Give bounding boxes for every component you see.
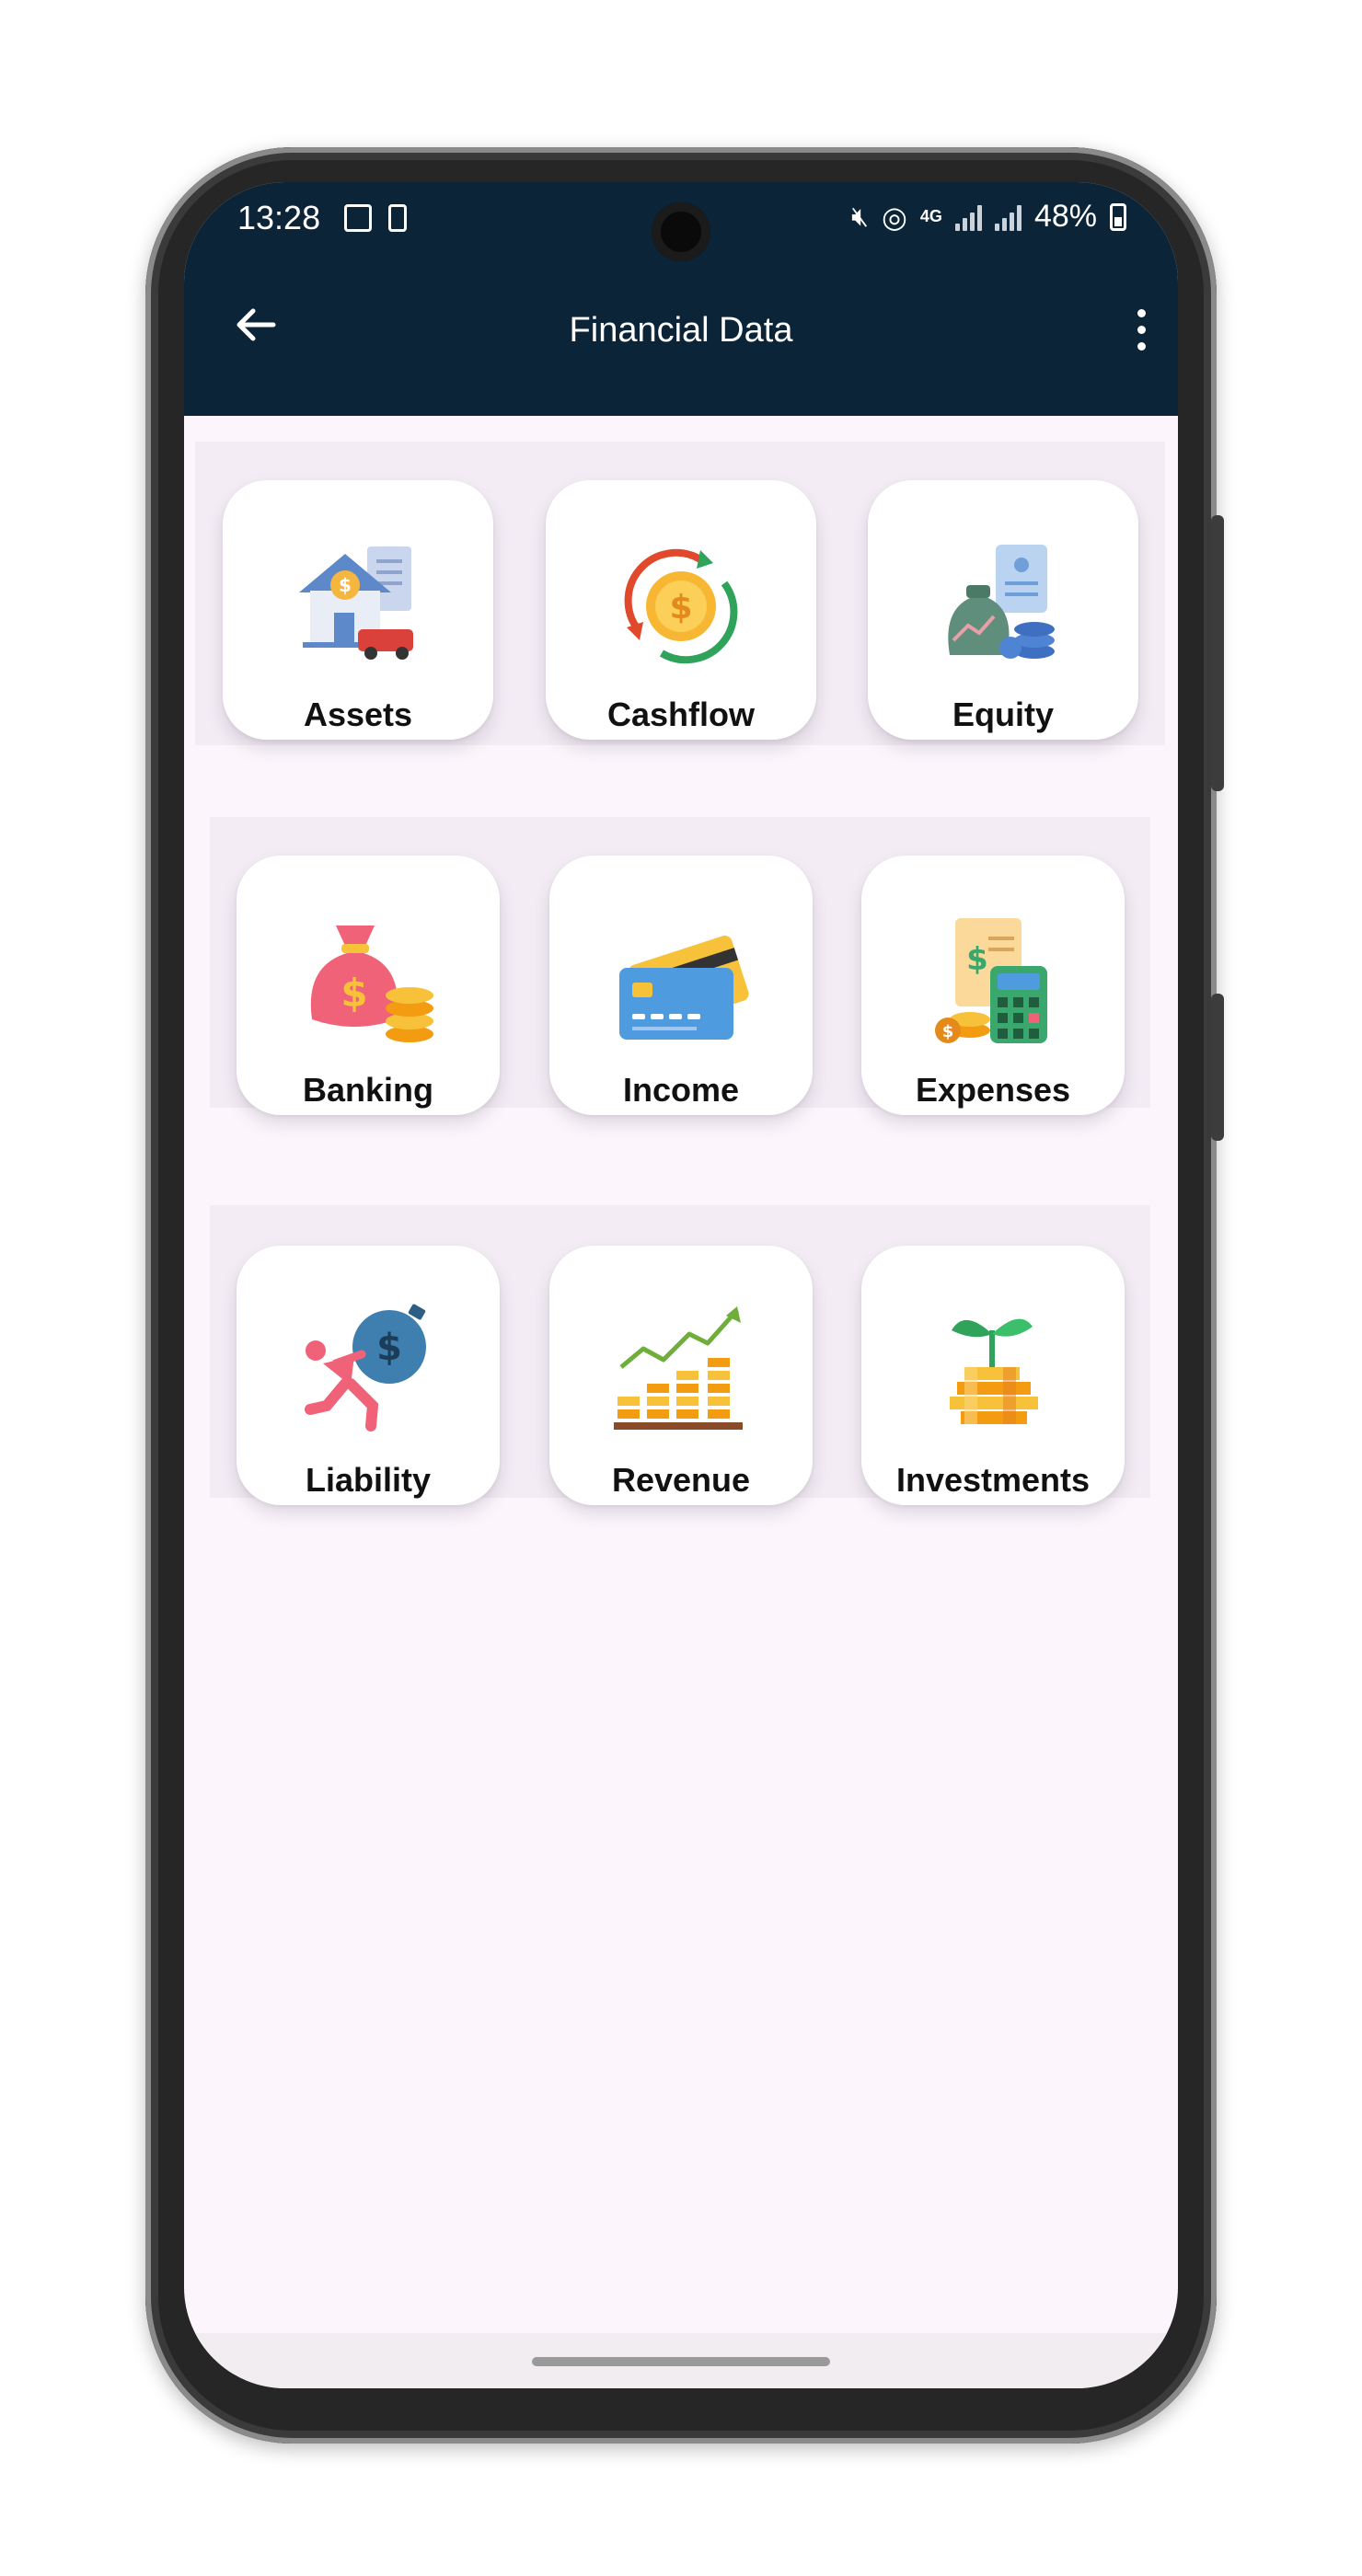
svg-text:$: $ [966,941,988,978]
category-label: Equity [952,696,1054,733]
network-type: 4G [919,207,942,225]
svg-text:$: $ [942,1022,954,1041]
signal-icon [994,203,1022,231]
notification-icons [344,204,407,232]
svg-text:$: $ [340,971,367,1016]
more-vertical-icon [1137,308,1146,317]
svg-text:$: $ [669,589,692,627]
category-card-liability[interactable]: $ Liability [237,1246,500,1505]
category-label: Liability [305,1461,432,1499]
power-button [1211,994,1224,1141]
credit-cards-icon [619,936,749,1040]
category-label: Revenue [611,1461,751,1499]
category-card-expenses[interactable]: $ $ Expenses [861,856,1125,1115]
page-title: Financial Data [569,311,793,350]
front-camera [652,202,710,261]
category-card-income[interactable]: Income [549,856,813,1115]
money-bag-coins-icon: $ [310,926,433,1042]
bill-calculator-icon: $ $ [935,918,1047,1043]
overflow-menu-button[interactable] [1123,302,1160,357]
svg-text:$: $ [339,574,352,596]
status-right: 🔇︎ ◎ 4G 48% [851,199,1126,235]
category-card-equity[interactable]: Equity [868,480,1138,740]
house-car-icon: $ [299,546,413,660]
screen: 13:28 🔇︎ ◎ 4G 48% Financial Data $ Asset… [184,182,1178,2388]
plant-coins-icon [950,1318,1038,1424]
category-card-cashflow[interactable]: $ Cashflow [546,480,816,740]
status-time: 13:28 [237,199,321,236]
category-card-revenue[interactable]: Revenue [549,1246,813,1505]
battery-icon [1110,202,1126,231]
category-card-assets[interactable]: $ Assets [223,480,493,740]
battery-level: 48% [1033,199,1097,234]
category-label: Investments [895,1461,1091,1499]
dollar-cycle-icon: $ [624,548,738,664]
volume-button [1211,515,1224,791]
money-bag-document-icon [948,545,1055,659]
coin-stacks-growth-icon [614,1306,743,1430]
category-label: Expenses [915,1071,1071,1109]
category-label: Cashflow [606,696,755,733]
svg-text:$: $ [376,1327,402,1369]
mute-icon: 🔇︎ [851,201,869,232]
category-label: Banking [302,1071,433,1109]
category-card-investments[interactable]: Investments [861,1246,1125,1505]
home-indicator[interactable] [532,2357,830,2366]
person-debt-ball-icon: $ [305,1304,426,1432]
hotspot-icon: ◎ [882,200,907,234]
category-label: Assets [303,696,413,733]
category-card-banking[interactable]: $ Banking [237,856,500,1115]
sim-icon [388,204,407,232]
category-label: Income [622,1071,740,1109]
signal-icon [954,203,982,231]
gallery-icon [344,204,372,232]
app-header: 13:28 🔇︎ ◎ 4G 48% Financial Data [184,182,1178,416]
